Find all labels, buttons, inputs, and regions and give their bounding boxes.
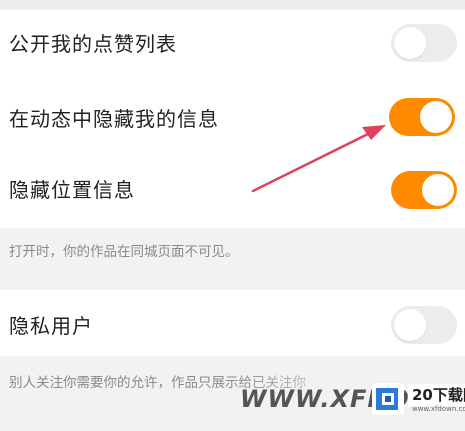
toggle-knob: [422, 174, 454, 206]
setting-row-private-user[interactable]: 隐私用户: [0, 290, 465, 356]
settings-card: 公开我的点赞列表 在动态中隐藏我的信息 隐藏位置信息: [0, 10, 465, 228]
watermark: WWW.XFDO 20下载网 www.xfdown.com: [240, 381, 465, 417]
setting-label-hide-in-feed: 在动态中隐藏我的信息: [9, 107, 219, 131]
location-hint-text: 打开时，你的作品在同城页面不可见。: [9, 244, 239, 260]
setting-label-hide-location: 隐藏位置信息: [9, 178, 135, 202]
watermark-subtext: www.xfdown.com: [412, 405, 465, 413]
setting-row-public-likes[interactable]: 公开我的点赞列表: [0, 10, 465, 76]
toggle-public-likes[interactable]: [391, 24, 457, 62]
setting-row-hide-in-feed[interactable]: 在动态中隐藏我的信息: [0, 83, 465, 149]
toggle-hide-location[interactable]: [391, 171, 457, 209]
toggle-knob: [394, 27, 426, 59]
setting-label-public-likes: 公开我的点赞列表: [9, 32, 177, 56]
toggle-knob: [420, 101, 452, 133]
privacy-settings-screen: 公开我的点赞列表 在动态中隐藏我的信息 隐藏位置信息 打开时，你的作品在同城页面…: [0, 0, 465, 431]
private-user-card: 隐私用户: [0, 290, 465, 356]
top-divider: [0, 0, 465, 10]
watermark-badge: 20下载网: [408, 384, 465, 406]
toggle-knob: [394, 309, 426, 341]
setting-row-hide-location[interactable]: 隐藏位置信息: [0, 156, 465, 222]
toggle-private-user[interactable]: [391, 306, 457, 344]
toggle-hide-in-feed[interactable]: [389, 98, 455, 136]
setting-label-private-user: 隐私用户: [9, 314, 93, 338]
site-logo-icon: [372, 383, 404, 415]
